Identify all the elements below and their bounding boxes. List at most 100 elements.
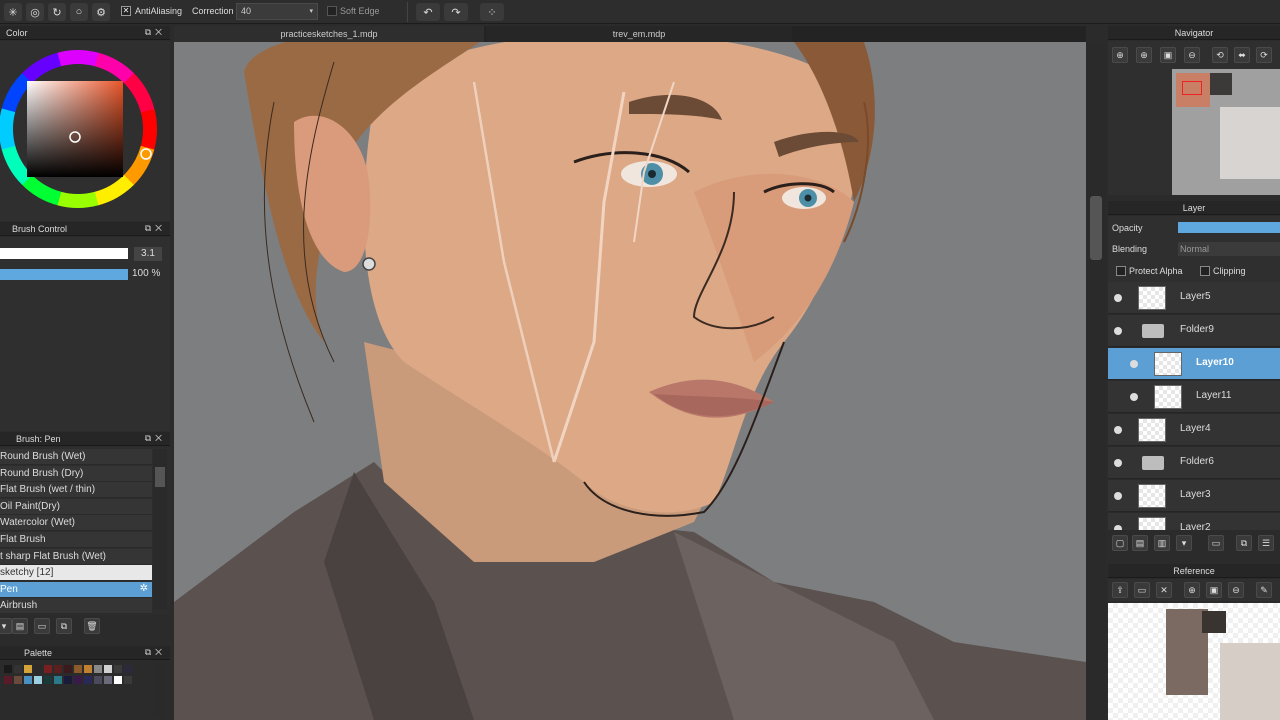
palette-swatch[interactable] bbox=[14, 676, 22, 684]
deselect-icon[interactable]: ⁘ bbox=[480, 3, 504, 21]
layer-row[interactable]: Layer11 bbox=[1108, 381, 1280, 413]
menu-icon[interactable]: ▾ bbox=[0, 618, 12, 634]
palette-swatch[interactable] bbox=[4, 665, 12, 673]
fit-icon[interactable]: ▣ bbox=[1160, 47, 1176, 63]
rotate-right-icon[interactable]: ⟳ bbox=[1256, 47, 1272, 63]
palette-swatch[interactable] bbox=[34, 665, 42, 673]
brush-size-value[interactable]: 3.1 bbox=[134, 247, 162, 261]
visibility-eye-icon[interactable] bbox=[1114, 294, 1122, 302]
curve-ruler-icon[interactable]: ↻ bbox=[48, 3, 66, 21]
redo-icon[interactable]: ↷ bbox=[444, 3, 468, 21]
brush-size-slider[interactable] bbox=[0, 248, 128, 259]
palette-swatch[interactable] bbox=[54, 676, 62, 684]
flip-icon[interactable]: ⬌ bbox=[1234, 47, 1250, 63]
palette-swatch[interactable] bbox=[84, 676, 92, 684]
layer-row[interactable]: Layer3 bbox=[1108, 480, 1280, 512]
brush-item[interactable]: Round Brush (Wet) bbox=[0, 449, 152, 465]
scroll-thumb[interactable] bbox=[155, 467, 165, 487]
tab-practicesketches[interactable]: practicesketches_1.mdp bbox=[174, 26, 484, 42]
new-layer-icon[interactable]: ▢ bbox=[1112, 535, 1128, 551]
palette-swatch[interactable] bbox=[64, 676, 72, 684]
palette-swatch[interactable] bbox=[84, 665, 92, 673]
duplicate-layer-icon[interactable]: ⧉ bbox=[1236, 535, 1252, 551]
brush-item[interactable]: Oil Paint(Dry) bbox=[0, 498, 152, 515]
palette-swatch[interactable] bbox=[74, 665, 82, 673]
visibility-eye-icon[interactable] bbox=[1114, 459, 1122, 467]
brush-list-scrollbar[interactable] bbox=[153, 449, 167, 609]
undo-icon[interactable]: ↶ bbox=[416, 3, 440, 21]
zoom-out-icon[interactable]: ⊖ bbox=[1184, 47, 1200, 63]
layer-opacity-slider[interactable] bbox=[1178, 222, 1280, 233]
clipping-checkbox[interactable] bbox=[1200, 266, 1210, 276]
brush-item[interactable]: Flat Brush bbox=[0, 532, 152, 548]
trash-icon[interactable]: 🗑 bbox=[84, 618, 100, 634]
layer-settings-icon[interactable]: ☰ bbox=[1258, 535, 1274, 551]
layer-row[interactable]: Folder9 bbox=[1108, 315, 1280, 347]
brush-item[interactable]: Pen ✲ bbox=[0, 581, 152, 598]
palette-swatch[interactable] bbox=[24, 676, 32, 684]
tab-trev-em[interactable]: trev_em.mdp bbox=[486, 26, 792, 42]
protect-alpha-checkbox[interactable] bbox=[1116, 266, 1126, 276]
brush-item[interactable]: Flat Brush (wet / thin) bbox=[0, 482, 152, 499]
palette-swatch[interactable] bbox=[4, 676, 12, 684]
panel-controls-icon[interactable]: ⧉✕ bbox=[145, 647, 166, 658]
brush-settings-icon[interactable]: ✲ bbox=[140, 583, 148, 594]
palette-swatch[interactable] bbox=[104, 676, 112, 684]
palette-swatch[interactable] bbox=[94, 665, 102, 673]
visibility-eye-icon[interactable] bbox=[1130, 393, 1138, 401]
palette-swatch[interactable] bbox=[64, 665, 72, 673]
folder-icon[interactable]: ▭ bbox=[34, 618, 50, 634]
concentric-icon[interactable]: ◎ bbox=[26, 3, 44, 21]
drawing-canvas[interactable] bbox=[174, 42, 1086, 720]
panel-controls-icon[interactable]: ⧉✕ bbox=[145, 433, 166, 444]
zoom-in-icon[interactable]: ⊕ bbox=[1112, 47, 1128, 63]
palette-swatch[interactable] bbox=[14, 665, 22, 673]
new-halftone-layer-icon[interactable]: ▤ bbox=[1132, 535, 1148, 551]
eyedropper-icon[interactable]: ✎ bbox=[1256, 582, 1272, 598]
zoom-out-reference-icon[interactable]: ⊖ bbox=[1228, 582, 1244, 598]
close-reference-icon[interactable]: ✕ bbox=[1156, 582, 1172, 598]
layer-row[interactable]: Layer2 bbox=[1108, 513, 1280, 530]
fit-reference-icon[interactable]: ▣ bbox=[1206, 582, 1222, 598]
layer-row[interactable]: Layer10 bbox=[1108, 348, 1280, 380]
layer-row[interactable]: Layer5 bbox=[1108, 282, 1280, 314]
ellipse-ruler-icon[interactable]: ○ bbox=[70, 3, 88, 21]
correction-select[interactable]: 40 ▾ bbox=[236, 3, 318, 20]
palette-swatch[interactable] bbox=[44, 665, 52, 673]
new-folder-icon[interactable]: ▭ bbox=[1208, 535, 1224, 551]
brush-item[interactable]: t sharp Flat Brush (Wet) bbox=[0, 548, 152, 565]
palette-swatch[interactable] bbox=[124, 665, 132, 673]
brush-item[interactable]: Airbrush bbox=[0, 598, 152, 615]
palette-swatch[interactable] bbox=[34, 676, 42, 684]
palette-swatch[interactable] bbox=[114, 665, 122, 673]
visibility-eye-icon[interactable] bbox=[1114, 426, 1122, 434]
zoom-in-alt-icon[interactable]: ⊕ bbox=[1136, 47, 1152, 63]
reference-view[interactable] bbox=[1108, 603, 1280, 720]
brush-item[interactable]: sketchy [12] bbox=[0, 565, 152, 582]
palette-swatch[interactable] bbox=[44, 676, 52, 684]
new-layer-menu-icon[interactable]: ▾ bbox=[1176, 535, 1192, 551]
brush-item[interactable]: Watercolor (Wet) bbox=[0, 515, 152, 532]
blending-select[interactable]: Normal bbox=[1178, 242, 1280, 256]
visibility-eye-icon[interactable] bbox=[1114, 525, 1122, 530]
canvas-vertical-scrollbar[interactable] bbox=[1086, 42, 1106, 720]
open-folder-icon[interactable]: ▭ bbox=[1134, 582, 1150, 598]
layer-row[interactable]: Folder6 bbox=[1108, 447, 1280, 479]
palette-swatch[interactable] bbox=[124, 676, 132, 684]
soft-edge-checkbox[interactable] bbox=[327, 6, 337, 16]
layer-row[interactable]: Layer4 bbox=[1108, 414, 1280, 446]
panel-controls-icon[interactable]: ⧉✕ bbox=[145, 223, 166, 234]
visibility-eye-icon[interactable] bbox=[1114, 327, 1122, 335]
canvas-scroll-thumb[interactable] bbox=[1090, 196, 1102, 260]
new-1bit-layer-icon[interactable]: ▥ bbox=[1154, 535, 1170, 551]
import-reference-icon[interactable]: ⇪ bbox=[1112, 582, 1128, 598]
copy-icon[interactable]: ⧉ bbox=[56, 618, 72, 634]
brush-item[interactable]: Round Brush (Dry) bbox=[0, 465, 152, 482]
palette-swatch[interactable] bbox=[104, 665, 112, 673]
palette-swatch[interactable] bbox=[24, 665, 32, 673]
palette-scrollbar[interactable] bbox=[153, 663, 165, 718]
navigator-preview[interactable] bbox=[1172, 69, 1280, 195]
new-brush-icon[interactable]: ▤ bbox=[12, 618, 28, 634]
palette-swatch[interactable] bbox=[74, 676, 82, 684]
settings-gear-icon[interactable]: ⚙ bbox=[92, 3, 110, 21]
